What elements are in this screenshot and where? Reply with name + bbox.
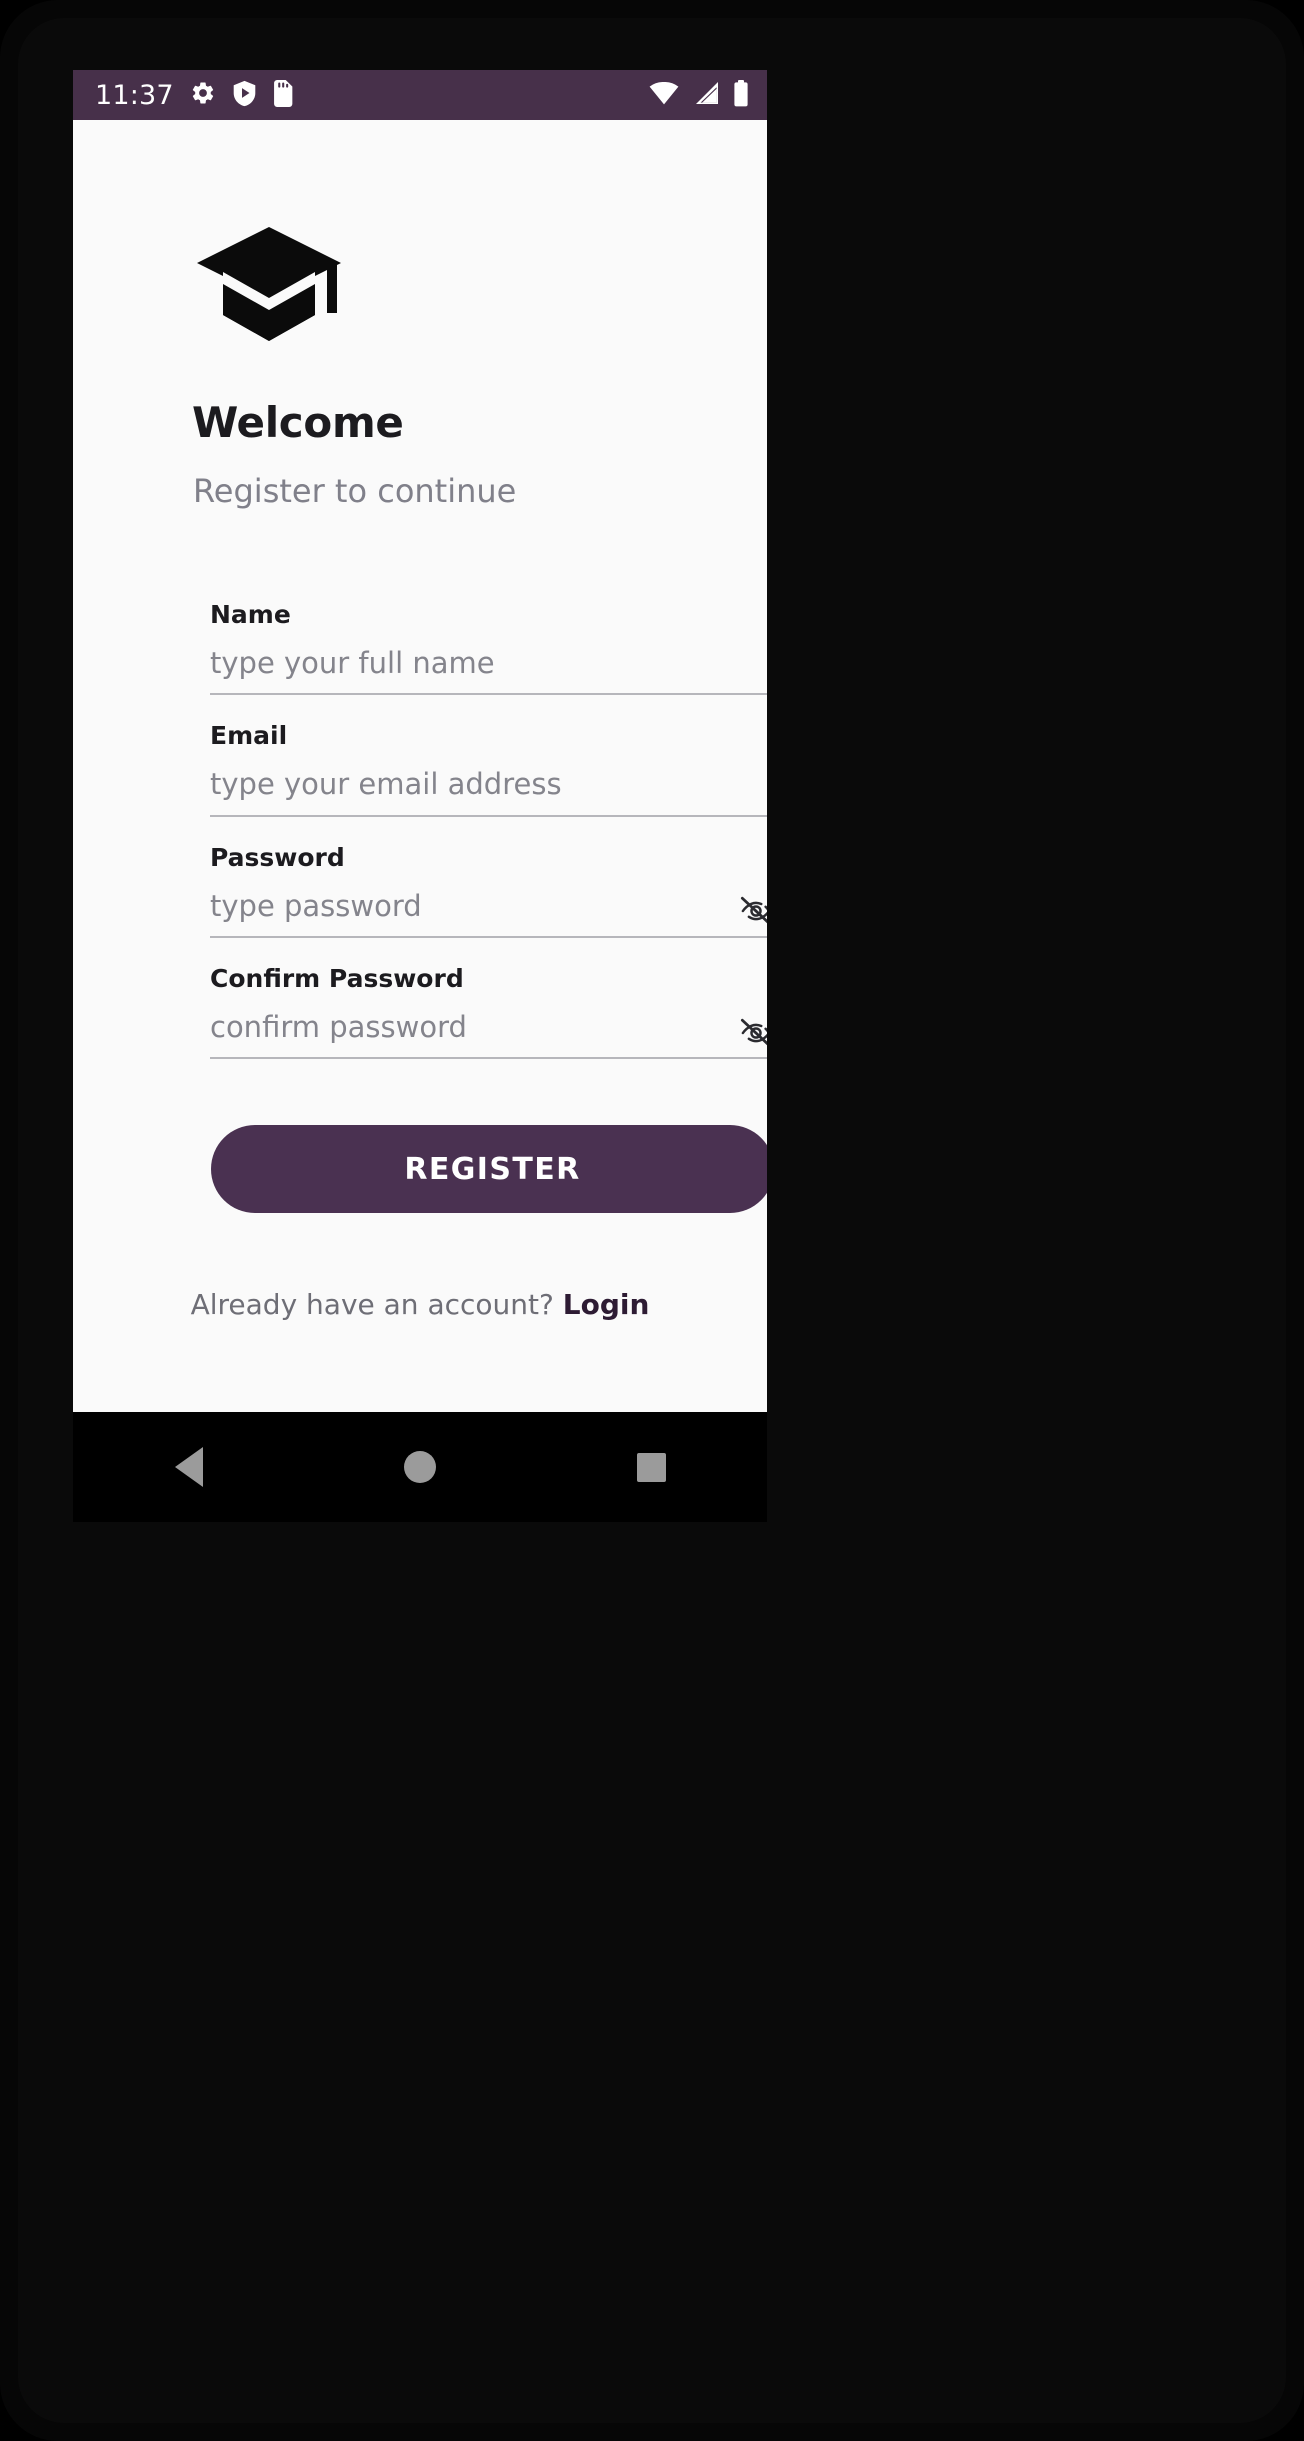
- password-input[interactable]: [210, 887, 767, 924]
- home-circle-icon: [403, 1451, 436, 1483]
- field-row-name: [210, 645, 767, 696]
- cellular-signal-icon: [692, 81, 720, 109]
- field-name: Name: [210, 600, 767, 696]
- status-bar-left: 11:37: [95, 79, 293, 111]
- eye-off-icon: [737, 895, 767, 930]
- confirm-password-visibility-toggle[interactable]: [736, 1017, 767, 1051]
- nav-recents-button[interactable]: [606, 1432, 696, 1502]
- nav-home-button[interactable]: [375, 1432, 465, 1502]
- main-content: Welcome Register to continue Name Email: [73, 120, 767, 1412]
- field-row-confirm-password: [210, 1008, 767, 1059]
- field-label-password: Password: [210, 842, 345, 872]
- field-confirm-password: Confirm Password: [210, 964, 767, 1059]
- shield-play-icon: [232, 80, 257, 111]
- phone-screen: 11:37 Welcome Register to continue Name …: [73, 70, 767, 1412]
- system-navigation-bar: [73, 1412, 767, 1522]
- field-label-confirm-password: Confirm Password: [210, 963, 464, 993]
- email-input[interactable]: [210, 766, 767, 803]
- page-subtitle: Register to continue: [193, 472, 517, 510]
- field-password: Password: [210, 843, 767, 938]
- field-label-name: Name: [210, 600, 291, 629]
- graduation-cap-icon: [195, 225, 343, 345]
- back-triangle-icon: [174, 1447, 203, 1487]
- confirm-password-input[interactable]: [210, 1008, 767, 1045]
- eye-off-icon: [737, 1017, 767, 1052]
- page-title: Welcome: [192, 398, 404, 447]
- register-button[interactable]: REGISTER: [211, 1125, 767, 1213]
- battery-icon: [733, 79, 749, 111]
- wifi-icon: [649, 81, 679, 109]
- recents-square-icon: [636, 1452, 666, 1482]
- login-prompt: Already have an account? Login: [73, 1288, 767, 1321]
- field-email: Email: [210, 721, 767, 817]
- gear-icon: [190, 80, 216, 110]
- status-bar-right: [649, 79, 749, 111]
- device-frame: 11:37 Welcome Register to continue Name …: [0, 0, 1304, 2441]
- status-bar: 11:37: [73, 70, 767, 120]
- registration-form: Name Email Password: [210, 600, 767, 1085]
- sd-card-icon: [273, 79, 293, 111]
- login-prompt-text: Already have an account?: [190, 1288, 554, 1321]
- status-time: 11:37: [95, 79, 174, 111]
- password-visibility-toggle[interactable]: [736, 896, 767, 930]
- field-row-email: [210, 766, 767, 817]
- field-label-email: Email: [210, 721, 288, 751]
- name-input[interactable]: [210, 645, 767, 682]
- field-row-password: [210, 887, 767, 938]
- login-link[interactable]: Login: [563, 1288, 650, 1321]
- nav-back-button[interactable]: [144, 1432, 234, 1502]
